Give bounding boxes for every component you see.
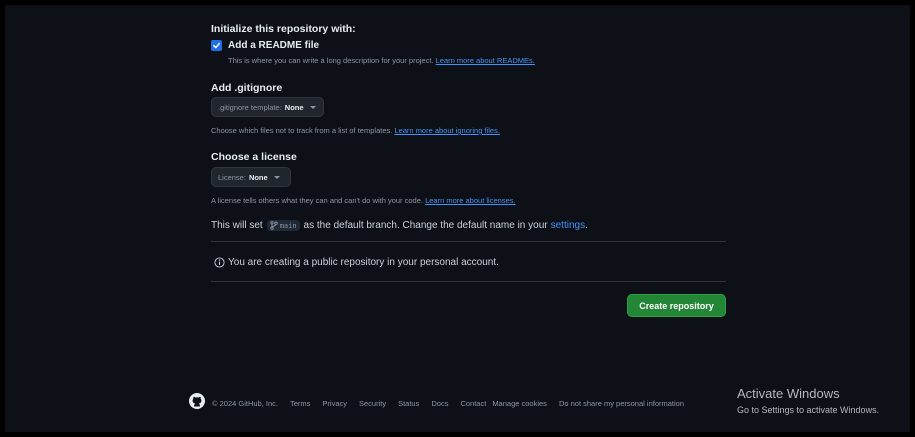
readme-description: This is where you can write a long descr…: [228, 56, 535, 65]
footer-copyright: © 2024 GitHub, Inc.: [212, 399, 278, 408]
left-edge: [0, 0, 5, 437]
github-logo-icon[interactable]: [189, 393, 205, 411]
settings-link[interactable]: settings: [551, 220, 585, 231]
gitignore-template-dropdown[interactable]: .gitignore template: None: [211, 97, 324, 117]
license-description: A license tells others what they can and…: [211, 196, 516, 205]
readme-checkbox[interactable]: [211, 40, 222, 51]
notice-text: You are creating a public repository in …: [228, 257, 499, 268]
branch-name: main: [279, 221, 297, 230]
footer-link-terms[interactable]: Terms: [290, 399, 310, 408]
gitignore-learn-more-link[interactable]: Learn more about ignoring files.: [394, 126, 499, 135]
footer-link-contact[interactable]: Contact: [460, 399, 486, 408]
gitignore-dropdown-prefix: .gitignore template:: [218, 102, 282, 112]
divider: [211, 241, 726, 242]
gitignore-heading: Add .gitignore: [211, 82, 283, 94]
footer-link-privacy[interactable]: Privacy: [322, 399, 347, 408]
footer-link-status[interactable]: Status: [398, 399, 419, 408]
readme-desc-text: This is where you can write a long descr…: [228, 56, 434, 65]
branch-suffix: as the default branch. Change the defaul…: [303, 220, 548, 231]
license-dropdown[interactable]: License: None: [211, 167, 291, 187]
license-desc-text: A license tells others what they can and…: [211, 196, 423, 205]
activate-windows-subtitle: Go to Settings to activate Windows.: [737, 405, 880, 415]
footer-link-do-not-share[interactable]: Do not share my personal information: [559, 399, 684, 408]
gitignore-desc-text: Choose which files not to track from a l…: [211, 126, 393, 135]
activate-windows-title: Activate Windows: [737, 386, 840, 401]
readme-learn-more-link[interactable]: Learn more about READMEs.: [436, 56, 535, 65]
license-learn-more-link[interactable]: Learn more about licenses.: [425, 196, 515, 205]
gitignore-dropdown-value: None: [284, 102, 304, 112]
check-icon: [213, 42, 221, 49]
init-heading: Initialize this repository with:: [211, 23, 356, 35]
branch-prefix: This will set: [211, 220, 263, 231]
chevron-down-icon: [273, 175, 280, 179]
default-branch-line: This will set main as the default branch…: [211, 220, 588, 231]
public-repo-notice: You are creating a public repository in …: [214, 257, 499, 268]
license-dropdown-value: None: [248, 172, 268, 182]
footer: © 2024 GitHub, Inc. Terms Privacy Securi…: [212, 399, 684, 408]
info-icon: [214, 257, 225, 268]
branch-badge: main: [266, 220, 300, 231]
top-edge: [0, 0, 915, 5]
create-repository-button[interactable]: Create repository: [627, 294, 726, 317]
divider: [211, 281, 726, 282]
right-edge: [910, 0, 915, 437]
gitignore-description: Choose which files not to track from a l…: [211, 126, 500, 135]
readme-label[interactable]: Add a README file: [228, 40, 319, 51]
branch-period: .: [585, 220, 588, 231]
license-dropdown-prefix: License:: [218, 172, 246, 182]
footer-link-security[interactable]: Security: [359, 399, 386, 408]
footer-link-manage-cookies[interactable]: Manage cookies: [492, 399, 547, 408]
footer-link-docs[interactable]: Docs: [431, 399, 448, 408]
git-branch-icon: [270, 221, 278, 230]
bottom-edge: [0, 432, 915, 437]
license-heading: Choose a license: [211, 151, 297, 163]
chevron-down-icon: [309, 105, 316, 109]
